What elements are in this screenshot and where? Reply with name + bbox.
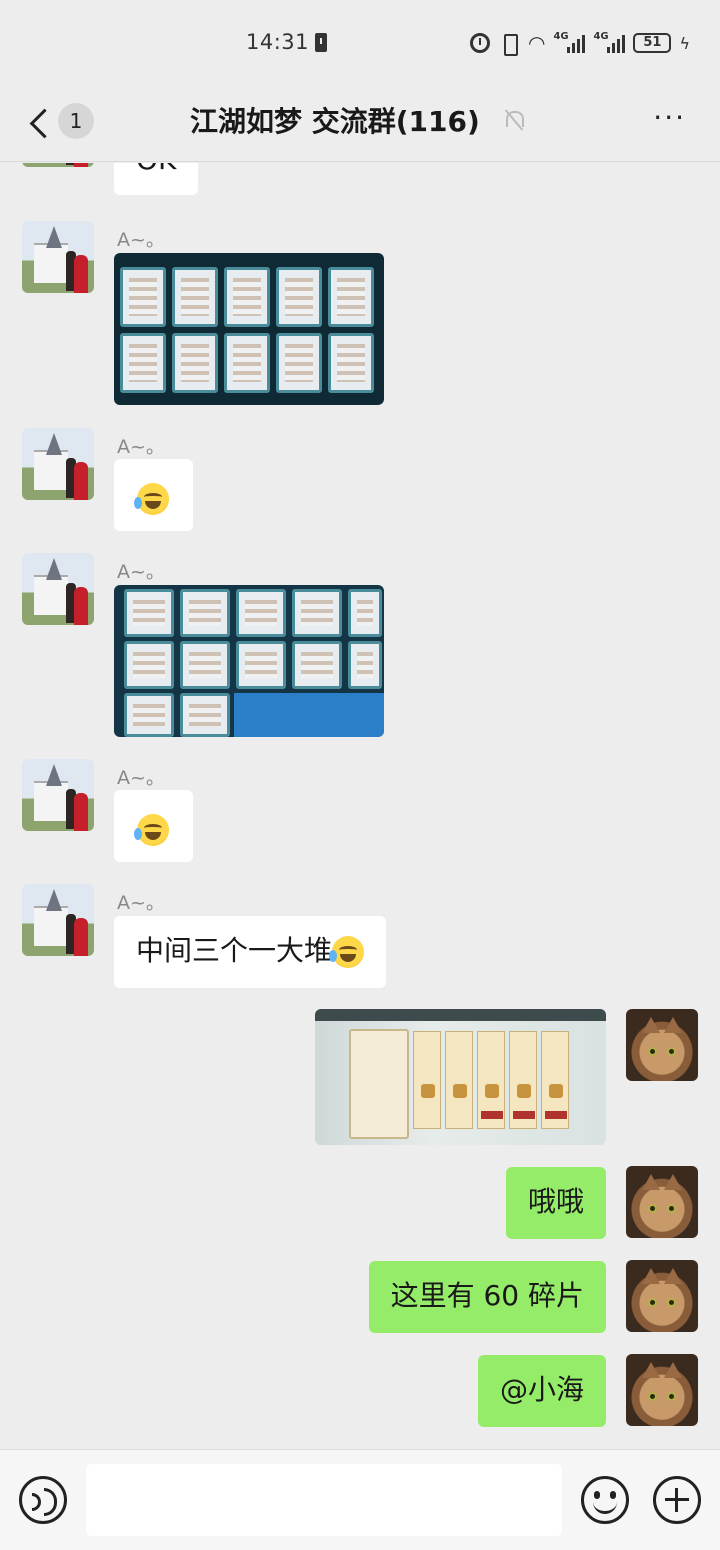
vibrate-icon <box>498 32 520 56</box>
facepalm-cry-emoji-icon <box>329 936 365 968</box>
sender-name: A~。 <box>117 767 165 789</box>
chat-title: 江湖如梦 交流群(116) <box>190 105 480 138</box>
avatar[interactable] <box>626 1166 698 1238</box>
message-bubble[interactable]: 哦哦 <box>505 1167 606 1239</box>
message-bubble[interactable]: 中间三个一大堆 <box>114 916 387 988</box>
message-image[interactable] <box>114 253 384 405</box>
message-image[interactable] <box>114 585 384 737</box>
message-text: 中间三个一大堆 <box>136 934 333 967</box>
mute-bell-icon <box>503 108 525 132</box>
sender-name: A~。 <box>117 229 165 251</box>
message-row <box>0 1009 720 1149</box>
avatar[interactable] <box>22 884 94 956</box>
alarm-icon <box>469 33 490 53</box>
message-row: A~。 <box>0 428 720 538</box>
more-options-icon[interactable]: ··· <box>653 104 686 132</box>
input-bar <box>0 1449 720 1550</box>
avatar[interactable] <box>22 428 94 500</box>
message-list[interactable]: OK A~。 A~。 A~。 <box>0 163 720 1448</box>
avatar[interactable] <box>626 1260 698 1332</box>
avatar[interactable] <box>626 1009 698 1081</box>
avatar[interactable] <box>22 759 94 831</box>
avatar[interactable] <box>626 1354 698 1426</box>
sender-name: A~。 <box>117 561 165 583</box>
message-row: A~。 <box>0 221 720 411</box>
more-actions-plus-icon[interactable] <box>653 1476 701 1524</box>
battery-saver-icon <box>315 33 327 52</box>
status-bar: 14:31 ◠ 4G 4G 51 ϟ <box>0 0 720 86</box>
signal-icon: 4G <box>553 31 586 53</box>
unread-count-badge[interactable]: 1 <box>58 103 94 139</box>
message-bubble[interactable] <box>114 459 193 531</box>
wifi-icon: ◠ <box>527 31 546 55</box>
voice-input-icon[interactable] <box>19 1476 67 1524</box>
charging-icon: ϟ <box>679 33 690 53</box>
message-bubble[interactable]: 这里有 60 碎片 <box>368 1261 606 1333</box>
status-icons: ◠ 4G 4G 51 ϟ <box>469 30 690 56</box>
message-row: A~。 中间三个一大堆 <box>0 884 720 994</box>
message-bubble[interactable] <box>114 790 193 862</box>
signal-icon: 4G <box>593 31 626 53</box>
back-chevron-icon[interactable] <box>26 104 56 144</box>
chat-header: 1 江湖如梦 交流群(116) ··· <box>0 86 720 162</box>
avatar[interactable] <box>22 163 94 167</box>
message-bubble[interactable]: OK <box>114 163 199 195</box>
sender-name: A~。 <box>117 892 165 914</box>
message-input[interactable] <box>86 1464 562 1536</box>
message-row: @小海 <box>0 1354 720 1434</box>
facepalm-cry-emoji-icon <box>134 483 169 515</box>
message-row: A~。 <box>0 759 720 869</box>
message-row: OK <box>0 163 720 203</box>
message-bubble[interactable]: @小海 <box>477 1355 606 1427</box>
message-image[interactable] <box>315 1009 606 1145</box>
message-row: 哦哦 <box>0 1166 720 1246</box>
battery-icon: 51 <box>633 33 672 53</box>
sender-name: A~。 <box>117 436 165 458</box>
status-time: 14:31 <box>246 30 310 54</box>
avatar[interactable] <box>22 553 94 625</box>
message-row: A~。 <box>0 553 720 743</box>
facepalm-cry-emoji-icon <box>134 814 169 846</box>
message-row: 这里有 60 碎片 <box>0 1260 720 1340</box>
emoji-picker-icon[interactable] <box>581 1476 629 1524</box>
avatar[interactable] <box>22 221 94 293</box>
